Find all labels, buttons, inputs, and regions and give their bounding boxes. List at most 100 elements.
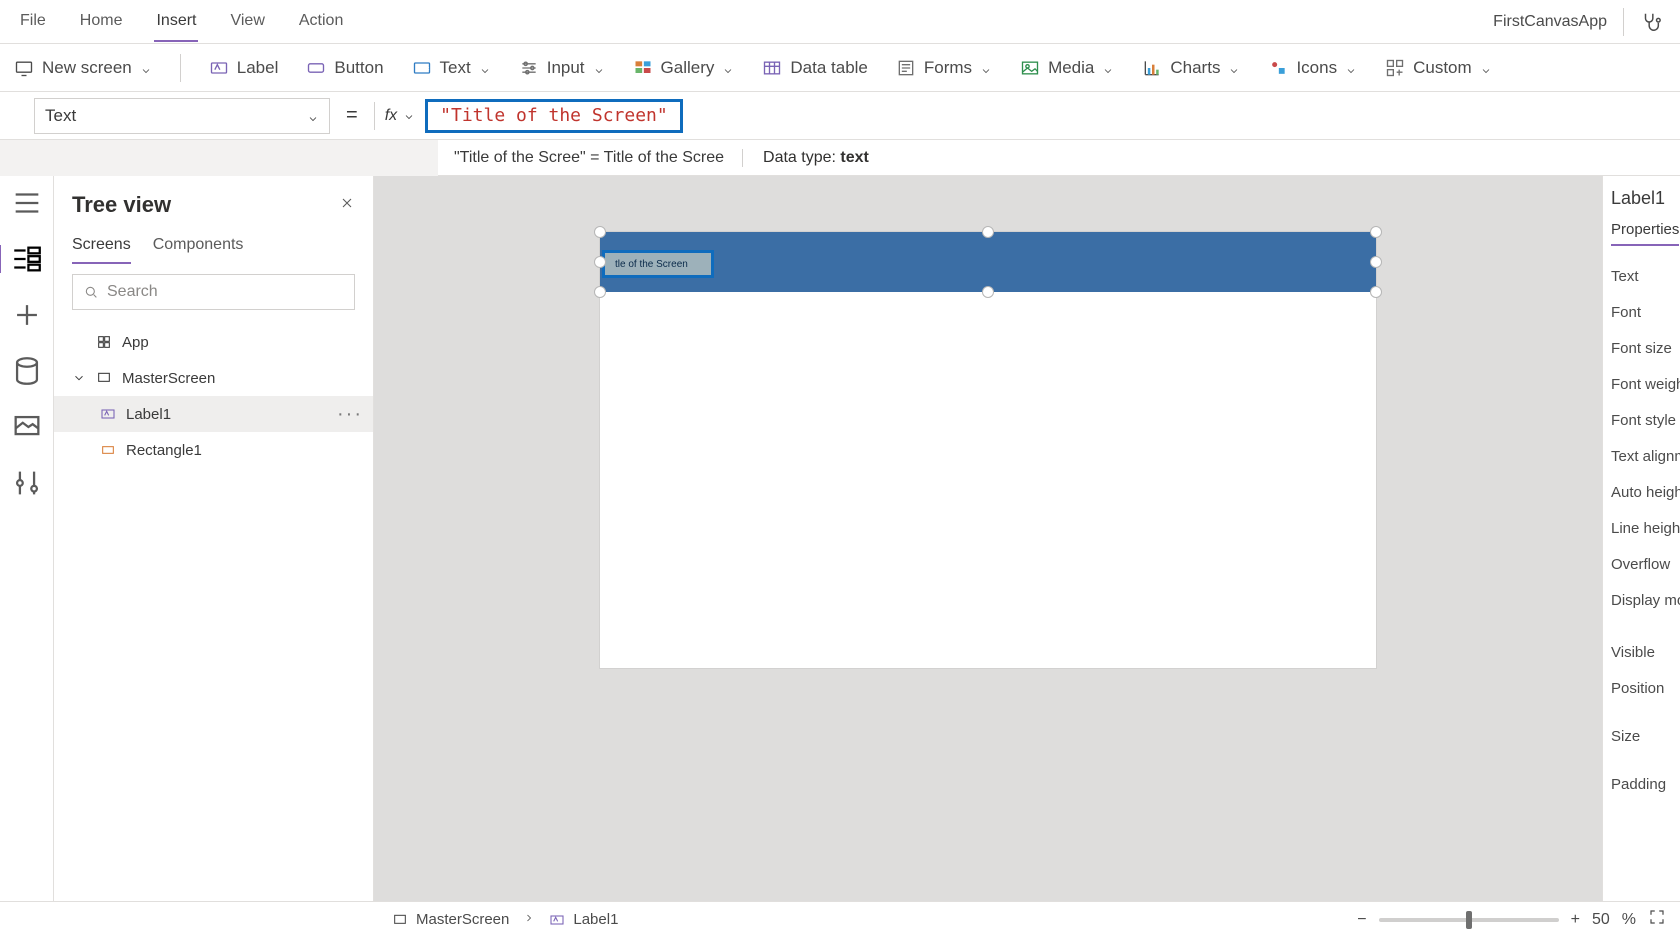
fx-button[interactable]: fx: [385, 107, 415, 125]
datatype-value: text: [840, 149, 868, 166]
search-placeholder: Search: [107, 283, 158, 301]
chevron-right-icon: [523, 911, 535, 928]
ribbon-input[interactable]: Input: [519, 58, 605, 78]
resize-handle[interactable]: [594, 256, 606, 268]
label-icon: [209, 58, 229, 78]
zoom-in-button[interactable]: +: [1571, 911, 1580, 929]
zoom-slider[interactable]: [1379, 918, 1559, 922]
tab-properties[interactable]: Properties: [1611, 221, 1679, 246]
slider-knob[interactable]: [1466, 911, 1472, 929]
main: Tree view Screens Components Search App: [0, 176, 1680, 901]
crumb-control[interactable]: Label1: [549, 911, 618, 928]
label1-text: tle of the Screen: [615, 259, 688, 270]
app-name: FirstCanvasApp: [1493, 13, 1607, 31]
resize-handle[interactable]: [982, 226, 994, 238]
more-icon[interactable]: ···: [337, 403, 363, 426]
chevron-down-icon: [140, 62, 152, 74]
prop-position[interactable]: Position: [1611, 670, 1672, 706]
resize-handle[interactable]: [1370, 226, 1382, 238]
ribbon-media[interactable]: Media: [1020, 58, 1114, 78]
ribbon-icons[interactable]: Icons: [1268, 58, 1357, 78]
ribbon-label[interactable]: Label: [209, 58, 279, 78]
ribbon-text[interactable]: Abc Text: [412, 58, 491, 78]
button-icon: [306, 58, 326, 78]
ribbon-gallery-label: Gallery: [661, 58, 715, 78]
chart-icon: [1142, 58, 1162, 78]
menu-home[interactable]: Home: [78, 2, 125, 42]
table-icon: [762, 58, 782, 78]
prop-font[interactable]: Font: [1611, 294, 1672, 330]
equals: =: [340, 104, 364, 127]
crumb-label: Label1: [573, 911, 618, 928]
ribbon-data-table[interactable]: Data table: [762, 58, 868, 78]
tools-icon[interactable]: [10, 466, 44, 500]
prop-textalign[interactable]: Text alignm: [1611, 438, 1672, 474]
resize-handle[interactable]: [594, 226, 606, 238]
prop-displaymode[interactable]: Display mo: [1611, 582, 1672, 618]
ribbon: New screen Label Button Abc Text Input G…: [0, 44, 1680, 92]
crumb-screen[interactable]: MasterScreen: [392, 911, 509, 928]
zoom-value: 50: [1592, 911, 1610, 929]
chevron-down-icon: [307, 110, 319, 122]
formula-input[interactable]: "Title of the Screen": [425, 99, 683, 133]
label1[interactable]: tle of the Screen: [602, 250, 714, 278]
property-select[interactable]: Text: [34, 98, 330, 134]
resize-handle[interactable]: [982, 286, 994, 298]
selection[interactable]: tle of the Screen: [600, 232, 1376, 292]
ribbon-button[interactable]: Button: [306, 58, 383, 78]
menu-action[interactable]: Action: [297, 2, 345, 42]
tree-view-icon[interactable]: [10, 242, 44, 276]
resize-handle[interactable]: [594, 286, 606, 298]
ribbon-forms-label: Forms: [924, 58, 972, 78]
ribbon-charts[interactable]: Charts: [1142, 58, 1240, 78]
ribbon-custom[interactable]: Custom: [1385, 58, 1492, 78]
tree-app[interactable]: App: [54, 324, 373, 360]
resize-handle[interactable]: [1370, 286, 1382, 298]
fx-label: fx: [385, 107, 397, 125]
tree-item-rect1[interactable]: Rectangle1: [54, 432, 373, 468]
search-input[interactable]: Search: [72, 274, 355, 310]
prop-text[interactable]: Text: [1611, 258, 1672, 294]
chevron-down-icon: [479, 62, 491, 74]
prop-autoheight[interactable]: Auto height: [1611, 474, 1672, 510]
chevron-down-icon: [1228, 62, 1240, 74]
add-icon[interactable]: [10, 298, 44, 332]
hamburger-icon[interactable]: [10, 186, 44, 220]
rectangle1[interactable]: [600, 232, 1376, 292]
menu-view[interactable]: View: [228, 2, 266, 42]
prop-fontstyle[interactable]: Font style: [1611, 402, 1672, 438]
resize-handle[interactable]: [1370, 256, 1382, 268]
menu-insert[interactable]: Insert: [154, 2, 198, 42]
canvas[interactable]: tle of the Screen: [374, 176, 1602, 901]
tree-tabs: Screens Components: [54, 222, 373, 264]
diagnostic-icon[interactable]: [1640, 11, 1662, 33]
ribbon-new-screen[interactable]: New screen: [14, 58, 152, 78]
prop-size[interactable]: Size: [1611, 718, 1672, 754]
close-icon[interactable]: [339, 195, 355, 216]
artboard[interactable]: tle of the Screen: [600, 232, 1376, 668]
divider: [180, 54, 181, 82]
prop-visible[interactable]: Visible: [1611, 634, 1672, 670]
formula-result: "Title of the Scree" = Title of the Scre…: [438, 140, 1680, 176]
ribbon-gallery[interactable]: Gallery: [633, 58, 735, 78]
tree-item-label1[interactable]: Label1 ···: [54, 396, 373, 432]
tab-screens[interactable]: Screens: [72, 228, 131, 264]
prop-fontweight[interactable]: Font weight: [1611, 366, 1672, 402]
ribbon-custom-label: Custom: [1413, 58, 1472, 78]
prop-lineheight[interactable]: Line height: [1611, 510, 1672, 546]
prop-padding[interactable]: Padding: [1611, 766, 1672, 802]
component-icon: [1385, 58, 1405, 78]
textbox-icon: Abc: [412, 58, 432, 78]
zoom-out-button[interactable]: −: [1357, 911, 1366, 929]
tree-item-master[interactable]: MasterScreen: [54, 360, 373, 396]
prop-fontsize[interactable]: Font size: [1611, 330, 1672, 366]
ribbon-forms[interactable]: Forms: [896, 58, 992, 78]
chevron-down-icon[interactable]: [72, 371, 86, 385]
label-node-icon: [100, 406, 116, 422]
menu-file[interactable]: File: [18, 2, 48, 42]
prop-overflow[interactable]: Overflow: [1611, 546, 1672, 582]
media-rail-icon[interactable]: [10, 410, 44, 444]
fit-screen-icon[interactable]: [1648, 908, 1666, 931]
data-icon[interactable]: [10, 354, 44, 388]
tab-components[interactable]: Components: [153, 228, 244, 264]
